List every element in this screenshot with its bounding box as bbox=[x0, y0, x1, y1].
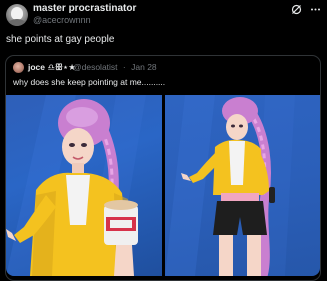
avatar-body bbox=[8, 19, 26, 26]
more-icon[interactable] bbox=[310, 4, 321, 15]
quote-date[interactable]: Jan 28 bbox=[131, 62, 157, 72]
grok-icon[interactable] bbox=[291, 4, 302, 15]
quote-image-right[interactable] bbox=[165, 95, 320, 276]
author-handle[interactable]: @acecrownnn bbox=[33, 15, 91, 25]
quote-text: why does she keep pointing at me........… bbox=[13, 77, 166, 87]
quote-meta: @desolatist · Jan 28 bbox=[73, 62, 160, 72]
quote-tweet[interactable]: joce ♎︎ꕥ⋆★ @desolatist · Jan 28 why does… bbox=[5, 55, 321, 281]
quote-image-left[interactable] bbox=[6, 95, 162, 276]
quote-author-handle[interactable]: @desolatist bbox=[73, 62, 118, 72]
author-avatar[interactable] bbox=[6, 4, 28, 26]
quote-author-display-name[interactable]: joce ♎︎ꕥ⋆★ bbox=[28, 62, 76, 73]
author-display-name[interactable]: master procrastinator bbox=[33, 3, 136, 14]
tweet-header-actions bbox=[291, 4, 321, 15]
quote-separator: · bbox=[122, 62, 126, 72]
quote-author-avatar[interactable] bbox=[13, 62, 24, 73]
tweet-text: she points at gay people bbox=[6, 34, 115, 45]
tweet: master procrastinator @acecrownnn she po… bbox=[0, 0, 327, 281]
